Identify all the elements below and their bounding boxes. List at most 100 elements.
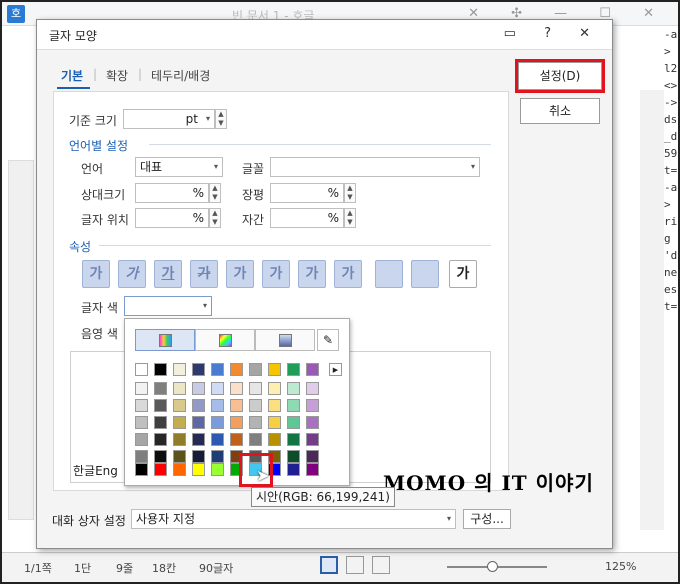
swatch-shade[interactable] [268,382,281,395]
swatch-standard[interactable] [192,463,205,476]
eyedropper-icon[interactable]: ✎ [317,329,339,351]
swatch-standard[interactable] [306,463,319,476]
swatch-shade[interactable] [173,416,186,429]
swatch-top[interactable] [173,363,186,376]
palette-theme-tab[interactable] [135,329,195,351]
swatch-shade[interactable] [306,399,319,412]
width-ratio-input[interactable]: % [270,183,344,203]
char-pos-input[interactable]: % [135,208,209,228]
swatch-top[interactable] [268,363,281,376]
swatch-standard[interactable] [173,463,186,476]
swatch-shade[interactable] [192,416,205,429]
swatch-shade[interactable] [154,416,167,429]
swatch-top[interactable] [135,363,148,376]
swatch-shade[interactable] [154,433,167,446]
swatch-standard[interactable] [287,463,300,476]
swatch-shade[interactable] [249,382,262,395]
swatch-shade[interactable] [249,399,262,412]
swatch-shade[interactable] [287,450,300,463]
underline-button[interactable]: 가 [154,260,182,288]
normal-button[interactable]: 가 [449,260,477,288]
spacing-input[interactable]: % [270,208,344,228]
strikethrough-button[interactable]: 가 [190,260,218,288]
swatch-shade[interactable] [135,416,148,429]
view-width-icon[interactable] [346,556,364,574]
swatch-shade[interactable] [211,382,224,395]
swatch-shade[interactable] [135,433,148,446]
swatch-shade[interactable] [135,382,148,395]
palette-custom-tab[interactable] [255,329,315,351]
swatch-shade[interactable] [306,416,319,429]
lang-select[interactable]: 대표 ▾ [135,157,223,177]
view-page-icon[interactable] [320,556,338,574]
spacing-spinner[interactable]: ▲ ▼ [344,208,356,228]
outline-button[interactable]: 가 [226,260,254,288]
superscript-icon[interactable] [375,260,403,288]
shadow-button[interactable]: 가 [262,260,290,288]
swatch-shade[interactable] [230,433,243,446]
tab-basic[interactable]: 기본 [61,67,83,84]
swatch-top[interactable] [211,363,224,376]
swatch-shade[interactable] [211,450,224,463]
tab-border-background[interactable]: 테두리/배경 [151,67,210,84]
swatch-shade[interactable] [268,433,281,446]
swatch-shade[interactable] [192,450,205,463]
dialog-title-buttons[interactable]: ▭ ? ✕ [504,26,602,41]
cancel-button[interactable]: 취소 [520,98,600,124]
base-size-input[interactable]: pt ▾ [123,109,215,129]
swatch-shade[interactable] [211,416,224,429]
swatch-standard[interactable] [135,463,148,476]
swatch-shade[interactable] [135,450,148,463]
swatch-shade[interactable] [287,416,300,429]
swatch-shade[interactable] [173,450,186,463]
swatch-standard[interactable] [154,463,167,476]
swatch-shade[interactable] [287,433,300,446]
subscript-icon[interactable] [411,260,439,288]
swatch-shade[interactable] [211,433,224,446]
swatch-top[interactable] [249,363,262,376]
rel-size-spinner[interactable]: ▲ ▼ [209,183,221,203]
swatch-shade[interactable] [192,433,205,446]
width-ratio-spinner[interactable]: ▲ ▼ [344,183,356,203]
swatch-shade[interactable] [306,382,319,395]
rel-size-input[interactable]: % [135,183,209,203]
swatch-top[interactable] [287,363,300,376]
swatch-shade[interactable] [249,416,262,429]
more-colors-arrow-icon[interactable]: ▶ [329,363,342,376]
swatch-shade[interactable] [249,433,262,446]
tab-extended[interactable]: 확장 [106,67,128,84]
swatch-shade[interactable] [173,433,186,446]
char-pos-spinner[interactable]: ▲ ▼ [209,208,221,228]
swatch-standard[interactable] [211,463,224,476]
swatch-top[interactable] [192,363,205,376]
swatch-top[interactable] [230,363,243,376]
swatch-shade[interactable] [306,433,319,446]
bold-button[interactable]: 가 [82,260,110,288]
swatch-shade[interactable] [287,382,300,395]
compose-button[interactable]: 구성... [463,509,511,529]
palette-spectrum-tab[interactable] [195,329,255,351]
swatch-shade[interactable] [230,399,243,412]
swatch-shade[interactable] [230,382,243,395]
swatch-shade[interactable] [154,382,167,395]
view-multi-icon[interactable] [372,556,390,574]
swatch-shade[interactable] [268,416,281,429]
swatch-shade[interactable] [173,382,186,395]
swatch-shade[interactable] [154,450,167,463]
document-scrollbar[interactable] [640,90,664,530]
base-size-spinner[interactable]: ▲ ▼ [215,109,227,129]
swatch-shade[interactable] [211,399,224,412]
swatch-shade[interactable] [192,399,205,412]
swatch-shade[interactable] [306,450,319,463]
engrave-button[interactable]: 가 [334,260,362,288]
dialog-setting-select[interactable]: 사용자 지정 ▾ [131,509,456,529]
font-select[interactable]: ▾ [270,157,480,177]
swatch-top[interactable] [154,363,167,376]
swatch-top[interactable] [306,363,319,376]
swatch-shade[interactable] [230,416,243,429]
swatch-shade[interactable] [268,399,281,412]
swatch-shade[interactable] [154,399,167,412]
swatch-shade[interactable] [173,399,186,412]
swatch-shade[interactable] [135,399,148,412]
swatch-shade[interactable] [287,399,300,412]
